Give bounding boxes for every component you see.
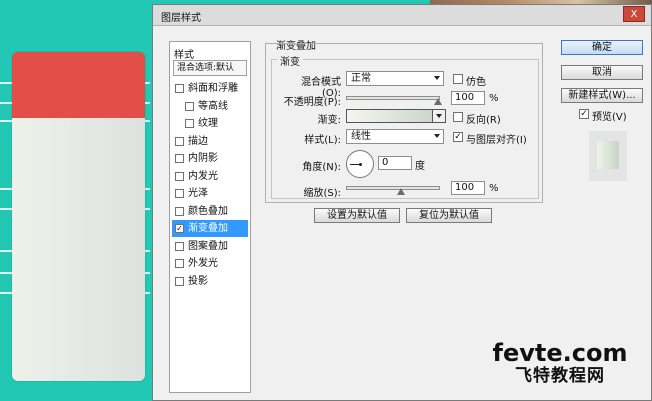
angle-dial-center: [359, 163, 362, 166]
reset-default-button[interactable]: 复位为默认值: [406, 208, 492, 223]
style-checkbox[interactable]: [175, 241, 184, 251]
style-list-item[interactable]: 内发光: [172, 168, 248, 185]
new-style-button[interactable]: 新建样式(W)...: [561, 88, 643, 103]
angle-input[interactable]: 0: [378, 156, 412, 170]
style-checkbox[interactable]: [175, 136, 184, 146]
scale-slider-thumb[interactable]: [397, 188, 405, 195]
styles-heading[interactable]: 样式: [174, 46, 194, 61]
watermark-name: 飞特教程网: [515, 366, 605, 386]
style-item-label: 渐变叠加: [188, 223, 228, 234]
style-item-label: 纹理: [198, 118, 218, 129]
style-checkbox[interactable]: [175, 276, 184, 286]
style-label: 样式(L):: [304, 135, 341, 146]
dialog-titlebar[interactable]: 图层样式 X: [153, 5, 651, 26]
style-checkbox[interactable]: [175, 189, 184, 198]
style-item-label: 内阴影: [188, 153, 218, 164]
scale-label: 缩放(S):: [303, 188, 341, 199]
style-checkbox[interactable]: ✓: [175, 224, 184, 233]
cancel-button[interactable]: 取消: [561, 65, 643, 80]
style-list-item[interactable]: 斜面和浮雕: [172, 80, 248, 97]
gradient-subsection-title: 渐变: [277, 53, 303, 68]
style-list-item[interactable]: 图案叠加: [172, 238, 248, 255]
style-checkbox[interactable]: [175, 171, 184, 181]
style-item-label: 颜色叠加: [188, 205, 228, 217]
gradient-label: 渐变:: [317, 115, 341, 126]
opacity-slider-thumb[interactable]: [434, 98, 442, 105]
card-red-header: [12, 52, 145, 118]
gradient-style-value: 线性: [351, 131, 371, 142]
style-list-item[interactable]: 颜色叠加: [172, 203, 248, 220]
preview-label: 预览(V): [592, 112, 627, 123]
gradient-dropdown-button[interactable]: [432, 109, 446, 123]
style-list-item[interactable]: 内阴影: [172, 150, 248, 167]
style-item-label: 描边: [188, 135, 208, 147]
blend-mode-select[interactable]: 正常: [346, 71, 444, 86]
style-list-item[interactable]: 描边: [172, 133, 248, 150]
dialog-title: 图层样式: [161, 13, 201, 24]
align-with-layer-label: 与图层对齐(I): [466, 135, 527, 146]
style-item-label: 斜面和浮雕: [188, 83, 238, 94]
style-item-label: 外发光: [188, 258, 218, 269]
style-checkbox[interactable]: [175, 259, 184, 268]
style-list-item[interactable]: 投影: [172, 273, 248, 290]
align-with-layer-checkbox[interactable]: ✓: [453, 132, 463, 142]
dither-checkbox[interactable]: [453, 74, 463, 84]
card-gradient-body: [12, 118, 145, 381]
style-item-label: 内发光: [188, 170, 218, 182]
scale-unit: %: [489, 183, 499, 194]
angle-unit: 度: [415, 161, 425, 172]
style-list-item[interactable]: 等高线: [172, 98, 248, 115]
blend-options-item[interactable]: 混合选项:默认: [173, 60, 247, 76]
card-shape: [12, 52, 145, 381]
styles-list: 样式 混合选项:默认 斜面和浮雕等高线纹理描边内阴影内发光光泽颜色叠加 ✓ 渐变叠加…: [169, 41, 251, 393]
angle-dial[interactable]: [346, 150, 374, 178]
chevron-down-icon: [436, 114, 442, 118]
watermark-url: fevte.com: [492, 339, 628, 367]
style-list-item[interactable]: 纹理: [172, 115, 248, 132]
style-list-item[interactable]: 光泽: [172, 185, 248, 202]
gradient-preview-bar[interactable]: [346, 109, 444, 123]
style-checkbox[interactable]: [175, 154, 184, 163]
style-checkbox[interactable]: [185, 101, 194, 111]
chevron-down-icon: [434, 134, 440, 138]
style-checkbox[interactable]: [175, 206, 184, 216]
style-item-label: 图案叠加: [188, 240, 228, 252]
close-button[interactable]: X: [623, 6, 645, 22]
reverse-label: 反向(R): [466, 115, 501, 126]
set-default-button[interactable]: 设置为默认值: [314, 208, 400, 223]
opacity-slider[interactable]: [346, 96, 440, 100]
blend-mode-value: 正常: [351, 73, 371, 84]
preview-checkbox[interactable]: ✓: [579, 109, 589, 119]
chevron-down-icon: [434, 76, 440, 80]
opacity-unit: %: [489, 93, 499, 104]
ok-button[interactable]: 确定: [561, 40, 643, 55]
style-item-label: 光泽: [188, 188, 208, 199]
gradient-style-select[interactable]: 线性: [346, 129, 444, 144]
scale-input[interactable]: 100: [451, 181, 485, 195]
style-item-label: 投影: [188, 275, 208, 287]
reverse-checkbox[interactable]: [453, 112, 463, 122]
watermark: fevte.com 飞特教程网: [470, 340, 650, 386]
style-list-item[interactable]: 外发光: [172, 255, 248, 272]
angle-label: 角度(N):: [302, 162, 341, 173]
style-checkbox[interactable]: [185, 119, 194, 128]
dither-label: 仿色: [466, 77, 486, 88]
opacity-label: 不透明度(P):: [283, 97, 341, 108]
preview-swatch: [597, 141, 619, 169]
style-list-item[interactable]: ✓ 渐变叠加: [172, 220, 248, 237]
scale-slider[interactable]: [346, 186, 440, 190]
style-item-label: 等高线: [198, 100, 228, 112]
opacity-input[interactable]: 100: [451, 91, 485, 105]
style-checkbox[interactable]: [175, 84, 184, 93]
